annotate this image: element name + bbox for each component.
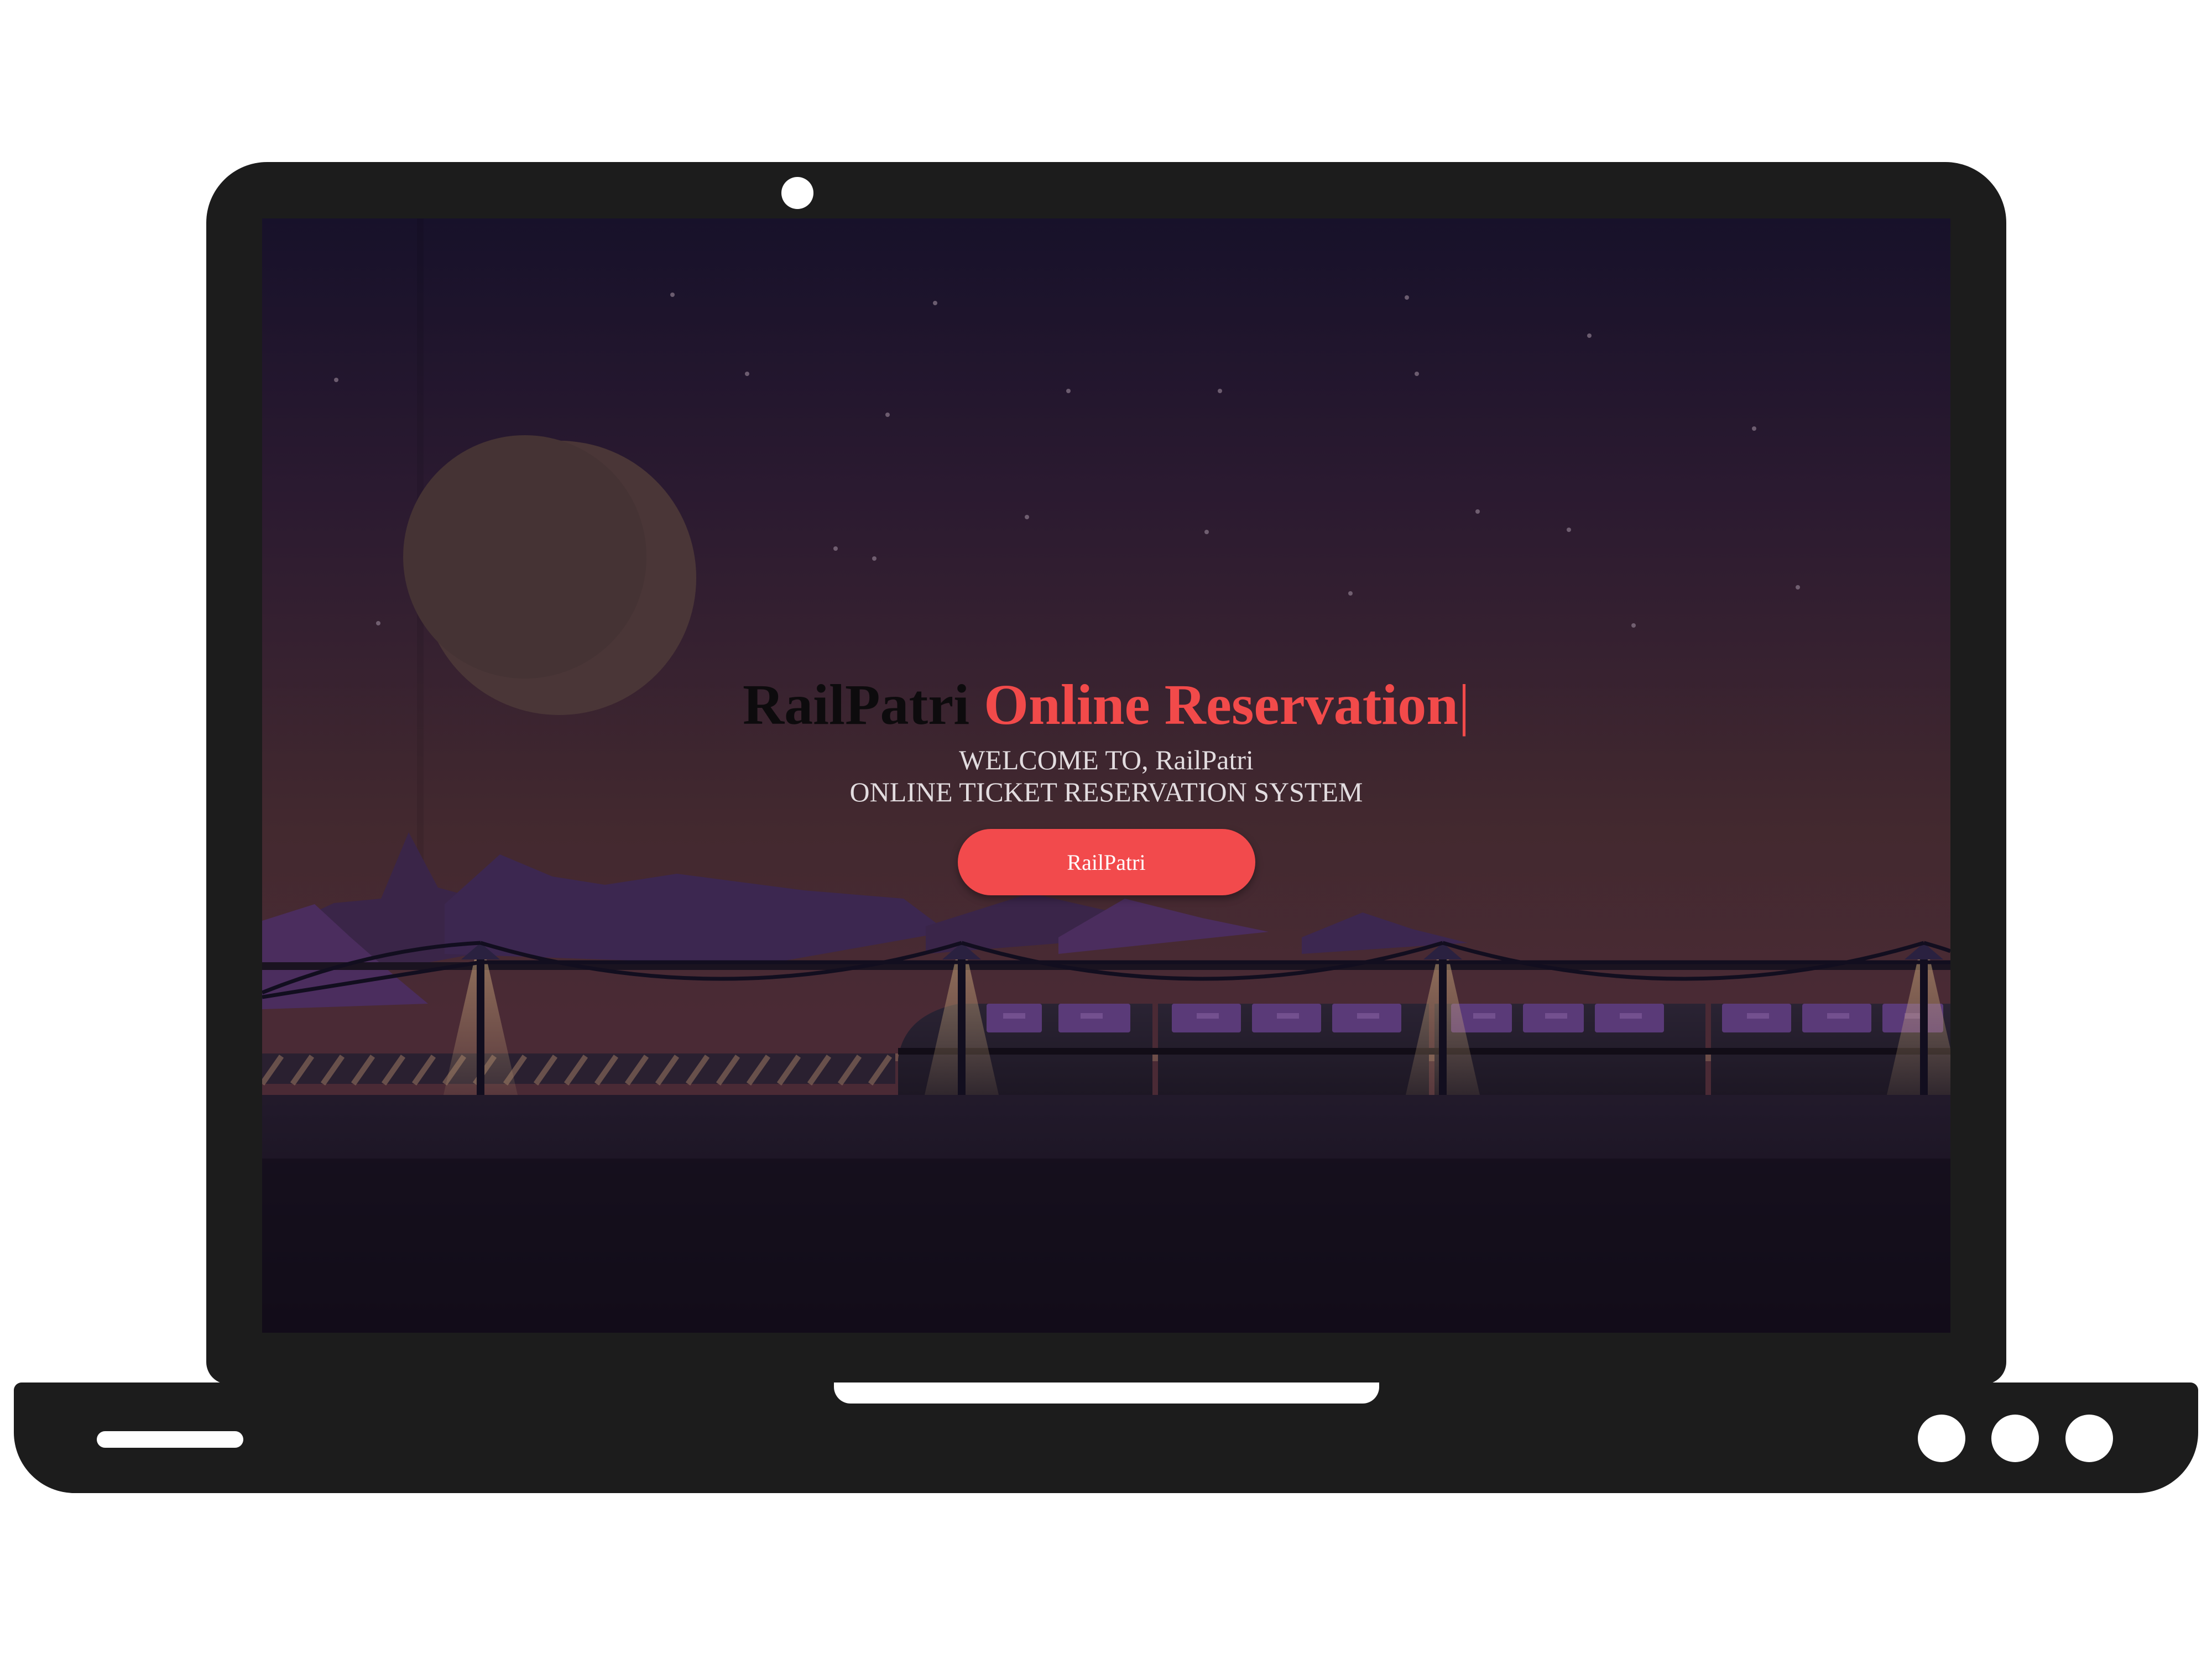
webcam-icon xyxy=(781,177,813,209)
railpatri-button[interactable]: RailPatri xyxy=(957,829,1255,895)
hero-typed-text: Online Reservation xyxy=(984,673,1459,737)
system-tagline: ONLINE TICKET RESERVATION SYSTEM xyxy=(849,776,1363,807)
hero-section: RailPatri Online Reservation| WELCOME TO… xyxy=(262,666,1950,895)
laptop-mockup: RailPatri Online Reservation| WELCOME TO… xyxy=(0,0,2212,1659)
indicator-light-icon xyxy=(1918,1415,1965,1462)
hero-title: RailPatri Online Reservation| xyxy=(262,666,1950,744)
railing xyxy=(262,1053,895,1086)
drive-slot-icon xyxy=(97,1431,243,1448)
welcome-line: WELCOME TO, RailPatri xyxy=(959,744,1254,775)
laptop-screen: RailPatri Online Reservation| WELCOME TO… xyxy=(262,218,1950,1333)
lid-hinge-notch xyxy=(834,1383,1379,1404)
indicator-light-icon xyxy=(2065,1415,2113,1462)
typing-cursor: | xyxy=(1458,673,1470,737)
indicator-light-icon xyxy=(1991,1415,2039,1462)
hero-brand: RailPatri xyxy=(743,673,970,737)
